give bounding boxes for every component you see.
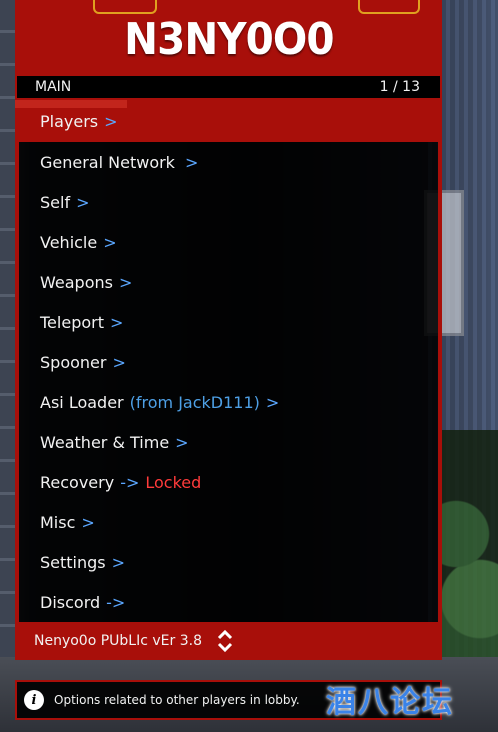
menu-item-weapons[interactable]: Weapons > xyxy=(19,262,438,302)
mod-menu: N3NY0O0 MAIN 1 / 13 Players > General Ne… xyxy=(15,0,442,660)
menu-footer: Nenyo0o PUbLIc vEr 3.8 xyxy=(15,622,442,660)
menu-item-label: Spooner xyxy=(40,352,107,372)
menu-item-label: Teleport xyxy=(40,312,104,332)
menu-item-spooner[interactable]: Spooner > xyxy=(19,342,438,382)
watermark-logo: 酒八论坛 xyxy=(326,685,454,720)
menu-item-label: Weather & Time xyxy=(40,432,170,452)
section-name: MAIN xyxy=(35,79,72,95)
menu-item-label: Players xyxy=(40,111,99,131)
locked-status: Locked xyxy=(145,472,202,492)
chevron-right-icon: > xyxy=(103,232,117,252)
menu-item-asi-loader[interactable]: Asi Loader (from JackD111) > xyxy=(19,382,438,422)
menu-item-discord[interactable]: Discord -> xyxy=(19,582,438,622)
menu-item-weather-time[interactable]: Weather & Time > xyxy=(19,422,438,462)
menu-item-label: Self xyxy=(40,192,71,212)
menu-item-settings[interactable]: Settings > xyxy=(19,542,438,582)
header-ornament-icon xyxy=(93,0,157,14)
background-fence xyxy=(0,0,16,732)
info-icon: i xyxy=(24,690,44,710)
menu-item-label: Discord xyxy=(40,592,101,612)
header-ornament-icon xyxy=(358,0,420,14)
chevron-right-icon: > xyxy=(109,312,124,332)
chevron-right-icon: > xyxy=(175,432,189,452)
menu-item-label: Vehicle xyxy=(40,232,98,252)
menu-item-label: Recovery xyxy=(40,472,115,492)
menu-item-label: Misc xyxy=(40,512,76,532)
chevron-right-icon: > xyxy=(184,152,199,172)
chevron-right-icon: > xyxy=(112,352,126,372)
menu-title: N3NY0O0 xyxy=(123,14,334,65)
menu-item-label: Weapons xyxy=(40,272,113,292)
page-counter: 1 / 13 xyxy=(379,79,420,95)
chevron-right-icon: > xyxy=(104,111,118,131)
chevron-right-icon: > xyxy=(118,272,133,292)
arrow-right-icon: -> xyxy=(120,472,140,492)
menu-item-label: Asi Loader xyxy=(40,392,124,412)
menu-list: Players > General Network > Self > Vehic… xyxy=(15,100,442,622)
info-text: Options related to other players in lobb… xyxy=(54,693,300,707)
scroll-updown-icon[interactable] xyxy=(216,628,234,654)
menu-item-general-network[interactable]: General Network > xyxy=(19,142,438,182)
menu-item-vehicle[interactable]: Vehicle > xyxy=(19,222,438,262)
menu-subheader: MAIN 1 / 13 xyxy=(15,74,442,100)
chevron-right-icon: > xyxy=(265,392,280,412)
menu-item-misc[interactable]: Misc > xyxy=(19,502,438,542)
menu-item-teleport[interactable]: Teleport > xyxy=(19,302,438,342)
menu-item-label: Settings xyxy=(40,552,106,572)
chevron-right-icon: > xyxy=(111,552,126,572)
background-foliage xyxy=(438,430,498,690)
arrow-right-icon: -> xyxy=(106,592,126,612)
menu-header: N3NY0O0 xyxy=(15,0,442,74)
version-label: Nenyo0o PUbLIc vEr 3.8 xyxy=(34,633,202,649)
menu-item-note: (from JackD111) xyxy=(129,392,260,412)
menu-item-recovery[interactable]: Recovery -> Locked xyxy=(19,462,438,502)
chevron-right-icon: > xyxy=(76,192,90,212)
menu-item-label: General Network xyxy=(40,152,175,172)
menu-item-players[interactable]: Players > xyxy=(15,100,438,142)
menu-item-self[interactable]: Self > xyxy=(19,182,438,222)
chevron-right-icon: > xyxy=(81,512,95,532)
